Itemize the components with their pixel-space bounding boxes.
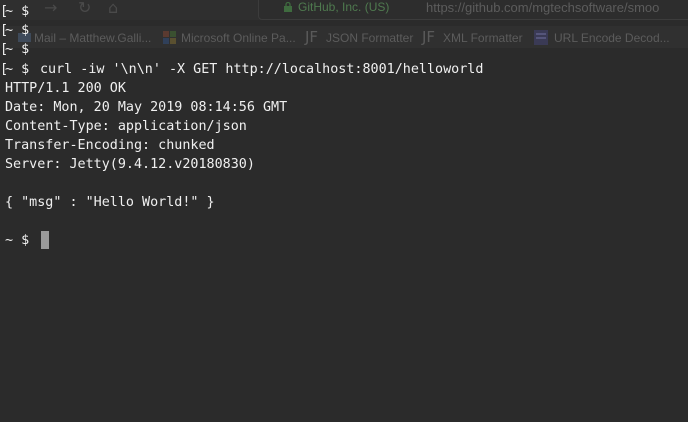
terminal-prompt-line: ~ $ xyxy=(5,23,30,38)
response-header-transfer-encoding: Transfer-Encoding: chunked xyxy=(5,138,215,153)
response-header-date: Date: Mon, 20 May 2019 08:14:56 GMT xyxy=(5,100,288,115)
terminal-prompt-line: ~ $ xyxy=(5,42,30,57)
terminal-prompt-line: ~ $ xyxy=(5,4,30,19)
final-prompt: ~ $ xyxy=(5,233,30,248)
response-status-line: HTTP/1.1 200 OK xyxy=(5,81,126,96)
response-header-server: Server: Jetty(9.4.12.v20180830) xyxy=(5,157,255,172)
text-cursor[interactable] xyxy=(41,231,49,249)
command-prompt: ~ $ xyxy=(5,62,30,77)
terminal-window[interactable]: [ ~ $ [ ~ $ [ ~ $ [ ~ $ curl -iw '\n\n' … xyxy=(0,0,688,422)
curl-command: curl -iw '\n\n' -X GET http://localhost:… xyxy=(40,62,484,77)
response-header-content-type: Content-Type: application/json xyxy=(5,119,247,134)
response-body: { "msg" : "Hello World!" } xyxy=(5,195,215,210)
